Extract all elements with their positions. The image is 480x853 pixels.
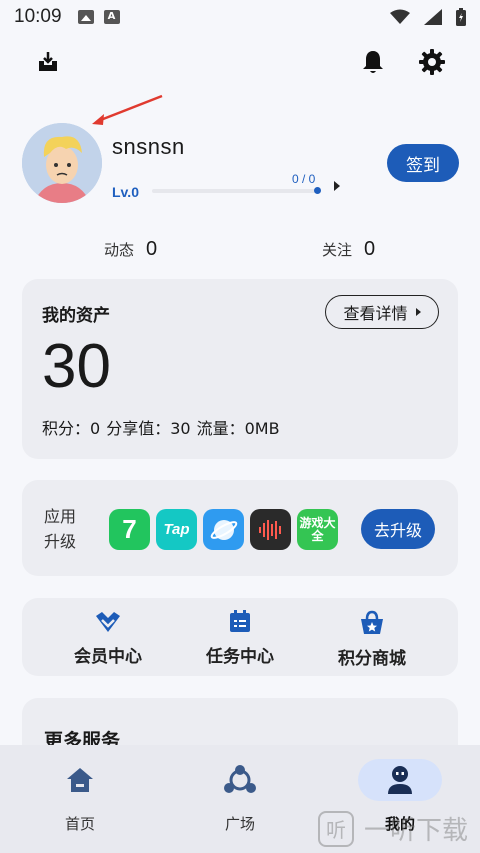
watermark-logo-icon: 听 (318, 810, 354, 847)
xp-text: 0 / 0 (292, 172, 316, 186)
upgrade-button[interactable]: 去升级 (361, 509, 435, 549)
task-center-link[interactable]: 任务中心 (190, 610, 290, 667)
a-notification-icon: A (103, 10, 120, 24)
gallery-notification-icon (77, 10, 94, 24)
traffic-value: 0MB (244, 419, 280, 438)
home-icon (67, 768, 93, 792)
settings-gear-icon[interactable] (416, 46, 448, 78)
points-value: 0 (90, 419, 101, 438)
battery-icon (456, 8, 466, 26)
view-details-label: 查看详情 (343, 304, 408, 323)
stat-posts-value: 0 (146, 238, 158, 260)
share-value: 30 (170, 419, 191, 438)
assets-title: 我的资产 (42, 306, 110, 326)
square-icon (224, 765, 256, 793)
nav-home[interactable]: 首页 (35, 759, 125, 834)
vip-center-link[interactable]: 会员中心 (58, 610, 158, 667)
stat-posts[interactable]: 动态 0 (104, 238, 157, 261)
download-icon[interactable] (32, 46, 64, 78)
xp-arrow-icon[interactable] (334, 181, 340, 191)
xp-progress-dot (314, 187, 321, 194)
share-label: 分享值： (106, 419, 171, 438)
task-center-label: 任务中心 (206, 647, 274, 667)
app-upgrade-card: 应用升级 7 Tap 游戏大全 去升级 (22, 480, 458, 576)
level-badge: Lv.0 (112, 184, 139, 200)
points-mall-link[interactable]: 积分商城 (322, 610, 422, 669)
traffic-label: 流量： (196, 419, 245, 438)
checkin-button[interactable]: 签到 (387, 144, 459, 182)
shop-icon (361, 610, 383, 634)
points-mall-label: 积分商城 (338, 649, 406, 669)
upgrade-label: 应用升级 (44, 507, 77, 551)
nav-home-label: 首页 (64, 815, 95, 833)
watermark-text: 一听下载 (364, 816, 469, 846)
caret-right-icon (415, 308, 421, 316)
assets-value: 30 (42, 332, 111, 401)
signal-icon (424, 9, 442, 25)
stat-following[interactable]: 关注 0 (322, 238, 375, 261)
browser-planet-icon[interactable] (203, 509, 244, 550)
xp-progress-track (152, 189, 320, 193)
quick-links-card: 会员中心 任务中心 积分商城 (22, 598, 458, 676)
status-time: 10:09 (14, 6, 62, 27)
bell-icon[interactable] (357, 46, 389, 78)
stat-posts-label: 动态 (104, 241, 135, 259)
assets-card: 我的资产 查看详情 30 积分：0 分享值：30 流量：0MB (22, 279, 458, 459)
view-details-button[interactable]: 查看详情 (325, 295, 439, 329)
nav-square-label: 广场 (224, 815, 255, 833)
stat-following-value: 0 (364, 238, 376, 260)
task-icon (230, 610, 250, 632)
username: snsnsn (112, 134, 185, 159)
vip-center-label: 会员中心 (74, 647, 142, 667)
7-app-icon[interactable]: 7 (109, 509, 150, 550)
vip-icon (96, 612, 120, 632)
sound-recorder-icon[interactable] (250, 509, 291, 550)
wifi-icon (390, 9, 410, 24)
taptap-icon[interactable]: Tap (156, 509, 197, 550)
watermark: 听 一听下载 (318, 810, 468, 847)
points-label: 积分： (42, 419, 91, 438)
status-bar: 10:09 A (0, 0, 480, 34)
profile-icon (388, 766, 412, 794)
avatar[interactable] (22, 123, 102, 203)
stat-following-label: 关注 (322, 241, 353, 259)
game-center-icon[interactable]: 游戏大全 (297, 509, 338, 550)
assets-breakdown: 积分：0 分享值：30 流量：0MB (42, 415, 280, 439)
nav-square[interactable]: 广场 (195, 759, 285, 834)
